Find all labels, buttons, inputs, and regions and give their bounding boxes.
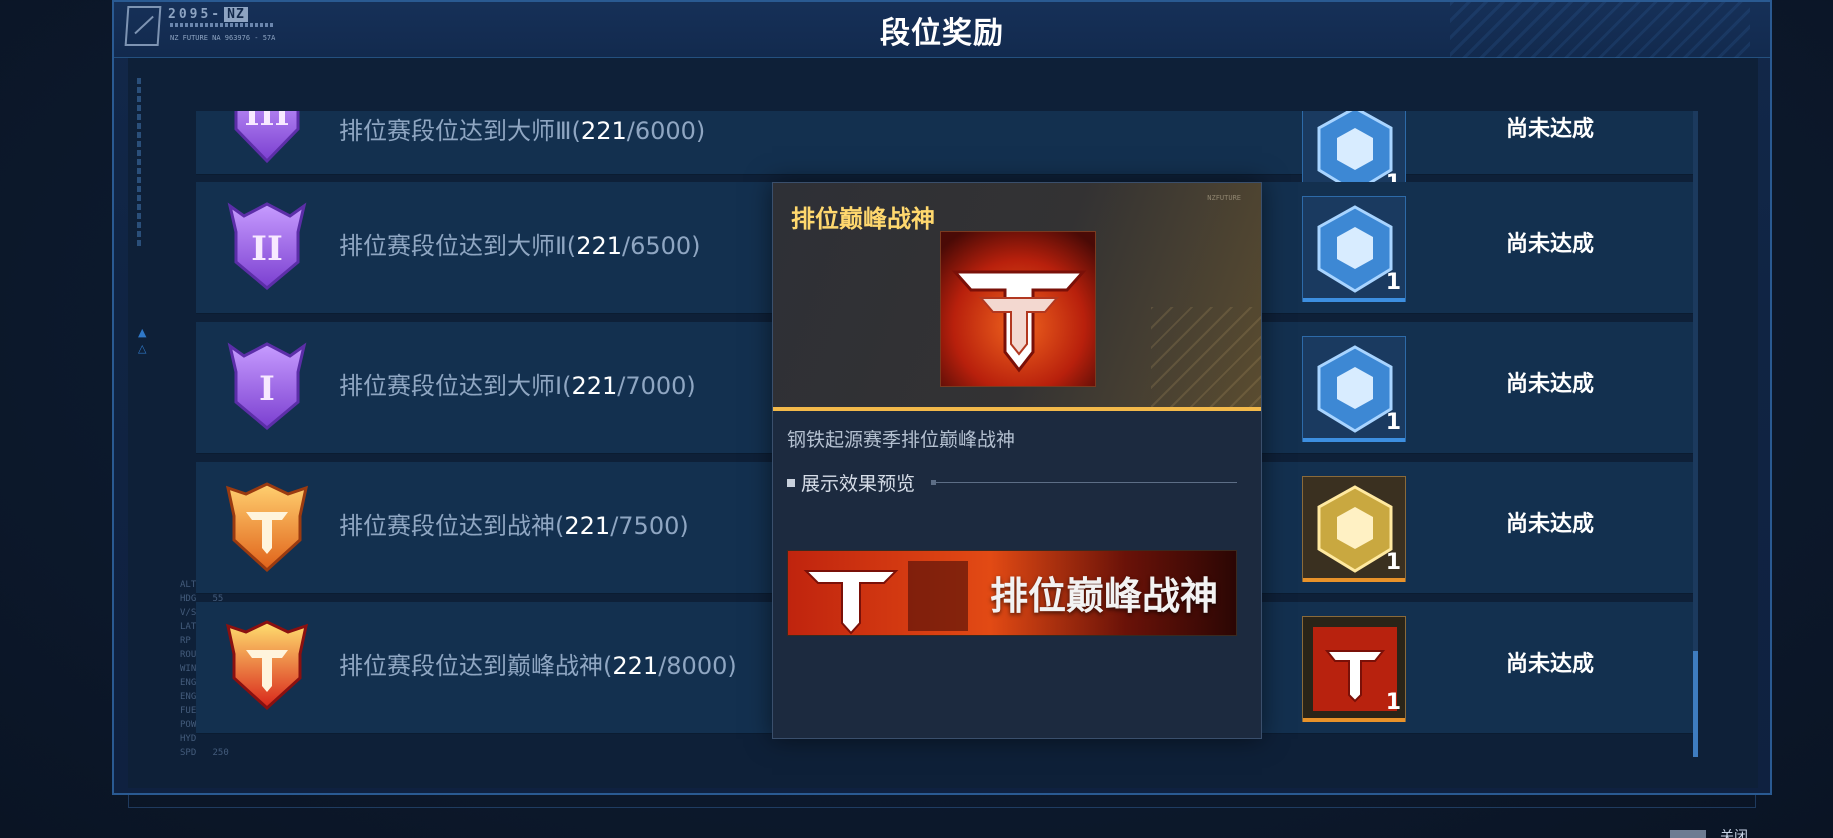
war-god-badge-icon [226, 482, 308, 573]
scroll-up-icon[interactable]: ▲ [138, 326, 146, 339]
current-score: 221 [576, 232, 622, 260]
svg-text:I: I [259, 369, 275, 409]
master-2-badge-icon: II [227, 202, 307, 290]
popup-title: 排位巅峰战神 [791, 205, 935, 233]
popup-description: 钢铁起源赛季排位巅峰战神 [787, 429, 1016, 451]
current-score: 221 [564, 512, 611, 540]
nameplate-text: 排位巅峰战神 [989, 574, 1218, 618]
popup-header-area: 排位巅峰战神 NZFUTURE [773, 183, 1261, 411]
reward-quantity: 1 [1385, 550, 1401, 575]
reward-detail-popup: 排位巅峰战神 NZFUTURE 钢铁起源赛季排位巅峰战神 展示效果预览 排位巅峰… [772, 182, 1262, 739]
panel-header: 2095- NZ NZ FUTURE NA 963976 - 57A 段位奖励 [114, 2, 1770, 58]
reward-condition: 排位赛段位达到战神(221/7500) [339, 512, 689, 540]
reward-item-blue-crate[interactable]: 1 [1302, 196, 1406, 302]
current-score: 221 [580, 117, 627, 145]
reward-status: 尚未达成 [1506, 512, 1595, 537]
reward-item-blue-crate[interactable]: 1 [1302, 336, 1406, 442]
scroll-up-outline-icon: △ [138, 342, 147, 355]
reward-status: 尚未达成 [1506, 232, 1595, 257]
close-button[interactable]: 关闭 [1720, 826, 1748, 838]
reward-item-gold-crate[interactable]: 1 [1302, 476, 1406, 582]
reward-condition: 排位赛段位达到大师Ⅲ(221/6000) [339, 117, 706, 145]
reward-condition: 排位赛段位达到大师Ⅱ(221/6500) [339, 232, 701, 260]
master-3-badge-icon: III [234, 111, 300, 164]
popup-mini-tag: NZFUTURE [1207, 194, 1241, 202]
peak-war-god-emblem-icon [941, 232, 1095, 386]
reward-quantity: 1 [1385, 270, 1401, 295]
current-score: 221 [612, 652, 659, 680]
preview-section-label: 展示效果预览 [787, 469, 915, 496]
reward-condition: 排位赛段位达到大师Ⅰ(221/7000) [339, 372, 696, 400]
nameplate-preview-banner: 排位巅峰战神 [787, 550, 1237, 636]
reward-status: 尚未达成 [1506, 117, 1595, 142]
page-title: 段位奖励 [880, 16, 1004, 51]
preview-divider [931, 480, 1237, 485]
left-decoration [137, 78, 141, 248]
svg-text:III: III [245, 111, 290, 133]
reward-item-peak-war-god-avatar[interactable]: 1 [1302, 616, 1406, 722]
reward-bar [1303, 298, 1405, 302]
master-1-badge-icon: I [227, 342, 307, 430]
scrollbar-thumb[interactable] [1693, 651, 1698, 757]
reward-status: 尚未达成 [1506, 652, 1595, 677]
list-scrollbar[interactable] [1693, 111, 1698, 757]
reward-quantity: 1 [1385, 690, 1401, 715]
reward-status: 尚未达成 [1506, 372, 1595, 397]
reward-bar [1303, 438, 1405, 442]
svg-text:II: II [251, 229, 283, 269]
reward-bar [1303, 718, 1405, 722]
reward-quantity: 1 [1385, 410, 1401, 435]
peak-war-god-avatar-preview [940, 231, 1096, 387]
close-key-icon [1670, 830, 1706, 838]
reward-row: III 排位赛段位达到大师Ⅲ(221/6000) 1 尚未达成 [196, 111, 1694, 203]
current-score: 221 [571, 372, 618, 400]
reward-condition: 排位赛段位达到巅峰战神(221/8000) [339, 652, 737, 680]
bullet-square-icon [787, 478, 795, 487]
reward-bar [1303, 578, 1405, 582]
peak-war-god-badge-icon [226, 620, 308, 711]
